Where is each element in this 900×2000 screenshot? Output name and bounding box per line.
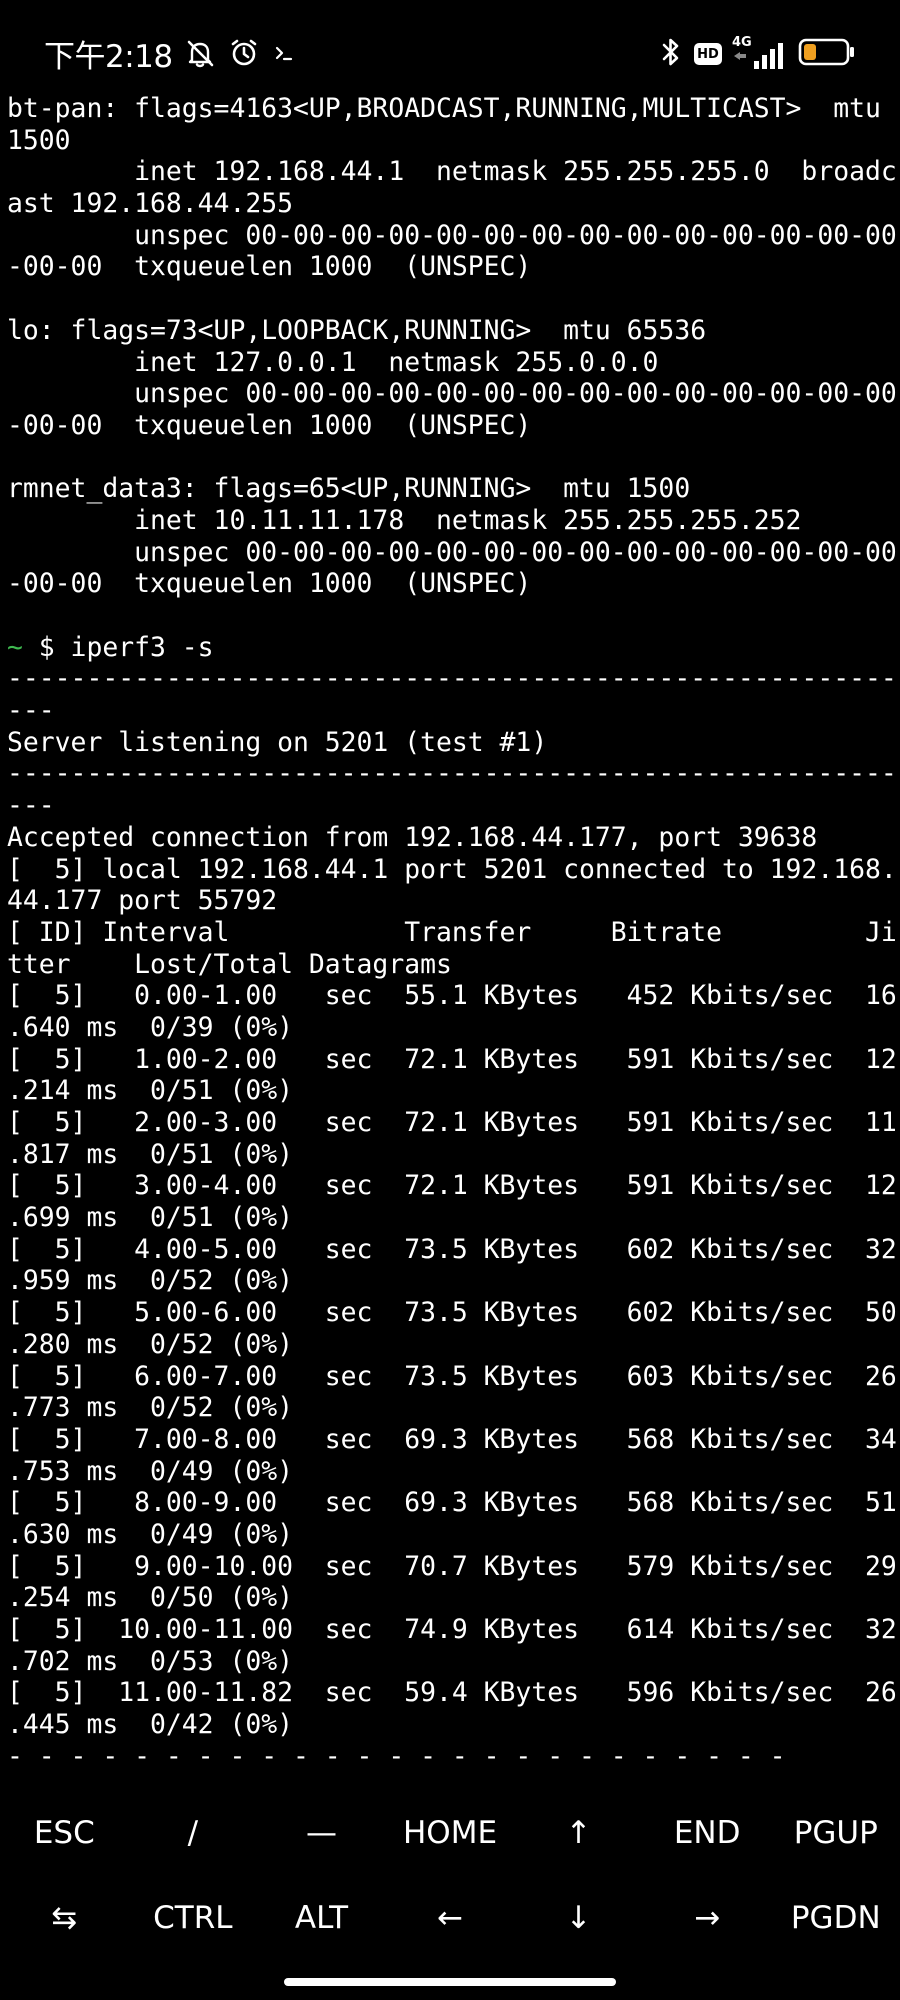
bluetooth-icon xyxy=(658,35,684,73)
terminal-line: -00-00 txqueuelen 1000 (UNSPEC) xyxy=(7,251,532,283)
mute-bell-icon xyxy=(183,36,217,70)
terminal-line: .214 ms 0/51 (0%) xyxy=(7,1075,293,1107)
terminal-line: .773 ms 0/52 (0%) xyxy=(7,1392,293,1424)
extra-keys-row-1: ESC / — HOME ↑ END PGUP xyxy=(0,1790,900,1875)
terminal-line: [ ID] Interval Transfer Bitrate Ji xyxy=(7,916,897,948)
terminal-line: - - - - - - - - - - - - - - - - - - - - … xyxy=(7,1740,786,1763)
terminal-line: inet 10.11.11.178 netmask 255.255.255.25… xyxy=(7,504,802,536)
terminal-line: ----------------------------------------… xyxy=(7,758,897,790)
esc-key[interactable]: ESC xyxy=(0,1790,129,1875)
terminal-line: [ 5] 7.00-8.00 sec 69.3 KBytes 568 Kbits… xyxy=(7,1423,897,1455)
arrow-up-key[interactable]: ↑ xyxy=(514,1790,643,1875)
terminal-line: tter Lost/Total Datagrams xyxy=(7,948,452,980)
terminal-line: --- xyxy=(7,695,55,727)
home-key[interactable]: HOME xyxy=(386,1790,515,1875)
terminal-line: [ 5] 1.00-2.00 sec 72.1 KBytes 591 Kbits… xyxy=(7,1043,897,1075)
terminal-line: bt-pan: flags=4163<UP,BROADCAST,RUNNING,… xyxy=(7,93,881,124)
terminal-line: .640 ms 0/39 (0%) xyxy=(7,1011,293,1043)
arrow-left-key[interactable]: ← xyxy=(386,1875,515,1960)
prompt-command: $ iperf3 -s xyxy=(22,631,214,663)
dash-key[interactable]: — xyxy=(257,1790,386,1875)
terminal-line: [ 5] 2.00-3.00 sec 72.1 KBytes 591 Kbits… xyxy=(7,1107,897,1138)
tab-key[interactable]: ⇆ xyxy=(0,1875,129,1960)
terminal-line: [ 5] 11.00-11.82 sec 59.4 KBytes 596 Kbi… xyxy=(7,1677,897,1709)
terminal-line: Accepted connection from 192.168.44.177,… xyxy=(7,821,818,853)
status-right: HD 4G xyxy=(658,32,856,76)
battery-icon xyxy=(798,37,856,71)
terminal-line: .817 ms 0/51 (0%) xyxy=(7,1138,293,1170)
terminal-line: ----------------------------------------… xyxy=(7,663,897,695)
alarm-clock-icon xyxy=(227,36,261,70)
terminal-line: .280 ms 0/52 (0%) xyxy=(7,1328,293,1360)
end-key[interactable]: END xyxy=(643,1790,772,1875)
terminal-line: lo: flags=73<UP,LOOPBACK,RUNNING> mtu 65… xyxy=(7,314,707,346)
terminal-line: [ 5] 10.00-11.00 sec 74.9 KBytes 614 Kbi… xyxy=(7,1614,897,1645)
ctrl-key[interactable]: CTRL xyxy=(129,1875,258,1960)
terminal-line: .699 ms 0/51 (0%) xyxy=(7,1202,293,1234)
terminal-line: [ 5] 6.00-7.00 sec 73.5 KBytes 603 Kbits… xyxy=(7,1360,897,1392)
signal-4g-icon: 4G xyxy=(732,35,788,71)
terminal-line: unspec 00-00-00-00-00-00-00-00-00-00-00-… xyxy=(7,536,897,568)
terminal-line: [ 5] 0.00-1.00 sec 55.1 KBytes 452 Kbits… xyxy=(7,980,897,1012)
arrow-down-key[interactable]: ↓ xyxy=(514,1875,643,1960)
terminal-line: .959 ms 0/52 (0%) xyxy=(7,1265,293,1297)
terminal-line: [ 5] 9.00-10.00 sec 70.7 KBytes 579 Kbit… xyxy=(7,1550,897,1582)
extra-keys-bar: ESC / — HOME ↑ END PGUP ⇆ CTRL ALT ← ↓ →… xyxy=(0,1790,900,1960)
slash-key[interactable]: / xyxy=(129,1790,258,1875)
status-left: 下午2:18 xyxy=(44,30,297,76)
terminal-prompt-icon xyxy=(271,40,297,66)
terminal-line: .630 ms 0/49 (0%) xyxy=(7,1518,293,1550)
terminal-line: rmnet_data3: flags=65<UP,RUNNING> mtu 15… xyxy=(7,473,691,505)
terminal-line: inet 127.0.0.1 netmask 255.0.0.0 xyxy=(7,346,659,378)
terminal-line: inet 192.168.44.1 netmask 255.255.255.0 … xyxy=(7,156,897,188)
terminal-line: --- xyxy=(7,790,55,822)
terminal-line: .702 ms 0/53 (0%) xyxy=(7,1645,293,1677)
pgdn-key[interactable]: PGDN xyxy=(771,1875,900,1960)
status-time: 下午2:18 xyxy=(44,38,173,75)
prompt-symbol: ~ xyxy=(7,631,23,663)
terminal-line: [ 5] 3.00-4.00 sec 72.1 KBytes 591 Kbits… xyxy=(7,1170,897,1202)
terminal-line: ~ $ iperf3 -s xyxy=(7,632,900,664)
terminal-line: 44.177 port 55792 xyxy=(7,885,278,917)
terminal-line: Server listening on 5201 (test #1) xyxy=(7,726,548,758)
terminal-line: [ 5] 8.00-9.00 sec 69.3 KBytes 568 Kbits… xyxy=(7,1487,897,1519)
terminal-line: -00-00 txqueuelen 1000 (UNSPEC) xyxy=(7,568,532,600)
terminal-line: [ 5] local 192.168.44.1 port 5201 connec… xyxy=(7,853,897,885)
terminal-line: unspec 00-00-00-00-00-00-00-00-00-00-00-… xyxy=(7,378,897,410)
terminal-line: [ 5] 5.00-6.00 sec 73.5 KBytes 602 Kbits… xyxy=(7,1297,897,1329)
hd-voice-icon: HD xyxy=(694,43,722,65)
terminal-line: .753 ms 0/49 (0%) xyxy=(7,1455,293,1487)
alt-key[interactable]: ALT xyxy=(257,1875,386,1960)
terminal-line: [ 5] 4.00-5.00 sec 73.5 KBytes 602 Kbits… xyxy=(7,1233,897,1265)
terminal-line: -00-00 txqueuelen 1000 (UNSPEC) xyxy=(7,409,532,441)
terminal-output[interactable]: bt-pan: flags=4163<UP,BROADCAST,RUNNING,… xyxy=(7,93,900,1763)
network-type-label: 4G xyxy=(732,35,752,50)
terminal-line: .445 ms 0/42 (0%) xyxy=(7,1709,293,1741)
arrow-right-key[interactable]: → xyxy=(643,1875,772,1960)
home-indicator[interactable] xyxy=(284,1978,616,1986)
status-bar: 下午2:18 HD 4G xyxy=(0,0,900,100)
terminal-line: .254 ms 0/50 (0%) xyxy=(7,1582,293,1614)
terminal-line: unspec 00-00-00-00-00-00-00-00-00-00-00-… xyxy=(7,219,897,251)
terminal-line: ast 192.168.44.255 xyxy=(7,188,293,220)
terminal-line: 1500 xyxy=(7,124,71,156)
pgup-key[interactable]: PGUP xyxy=(771,1790,900,1875)
extra-keys-row-2: ⇆ CTRL ALT ← ↓ → PGDN xyxy=(0,1875,900,1960)
